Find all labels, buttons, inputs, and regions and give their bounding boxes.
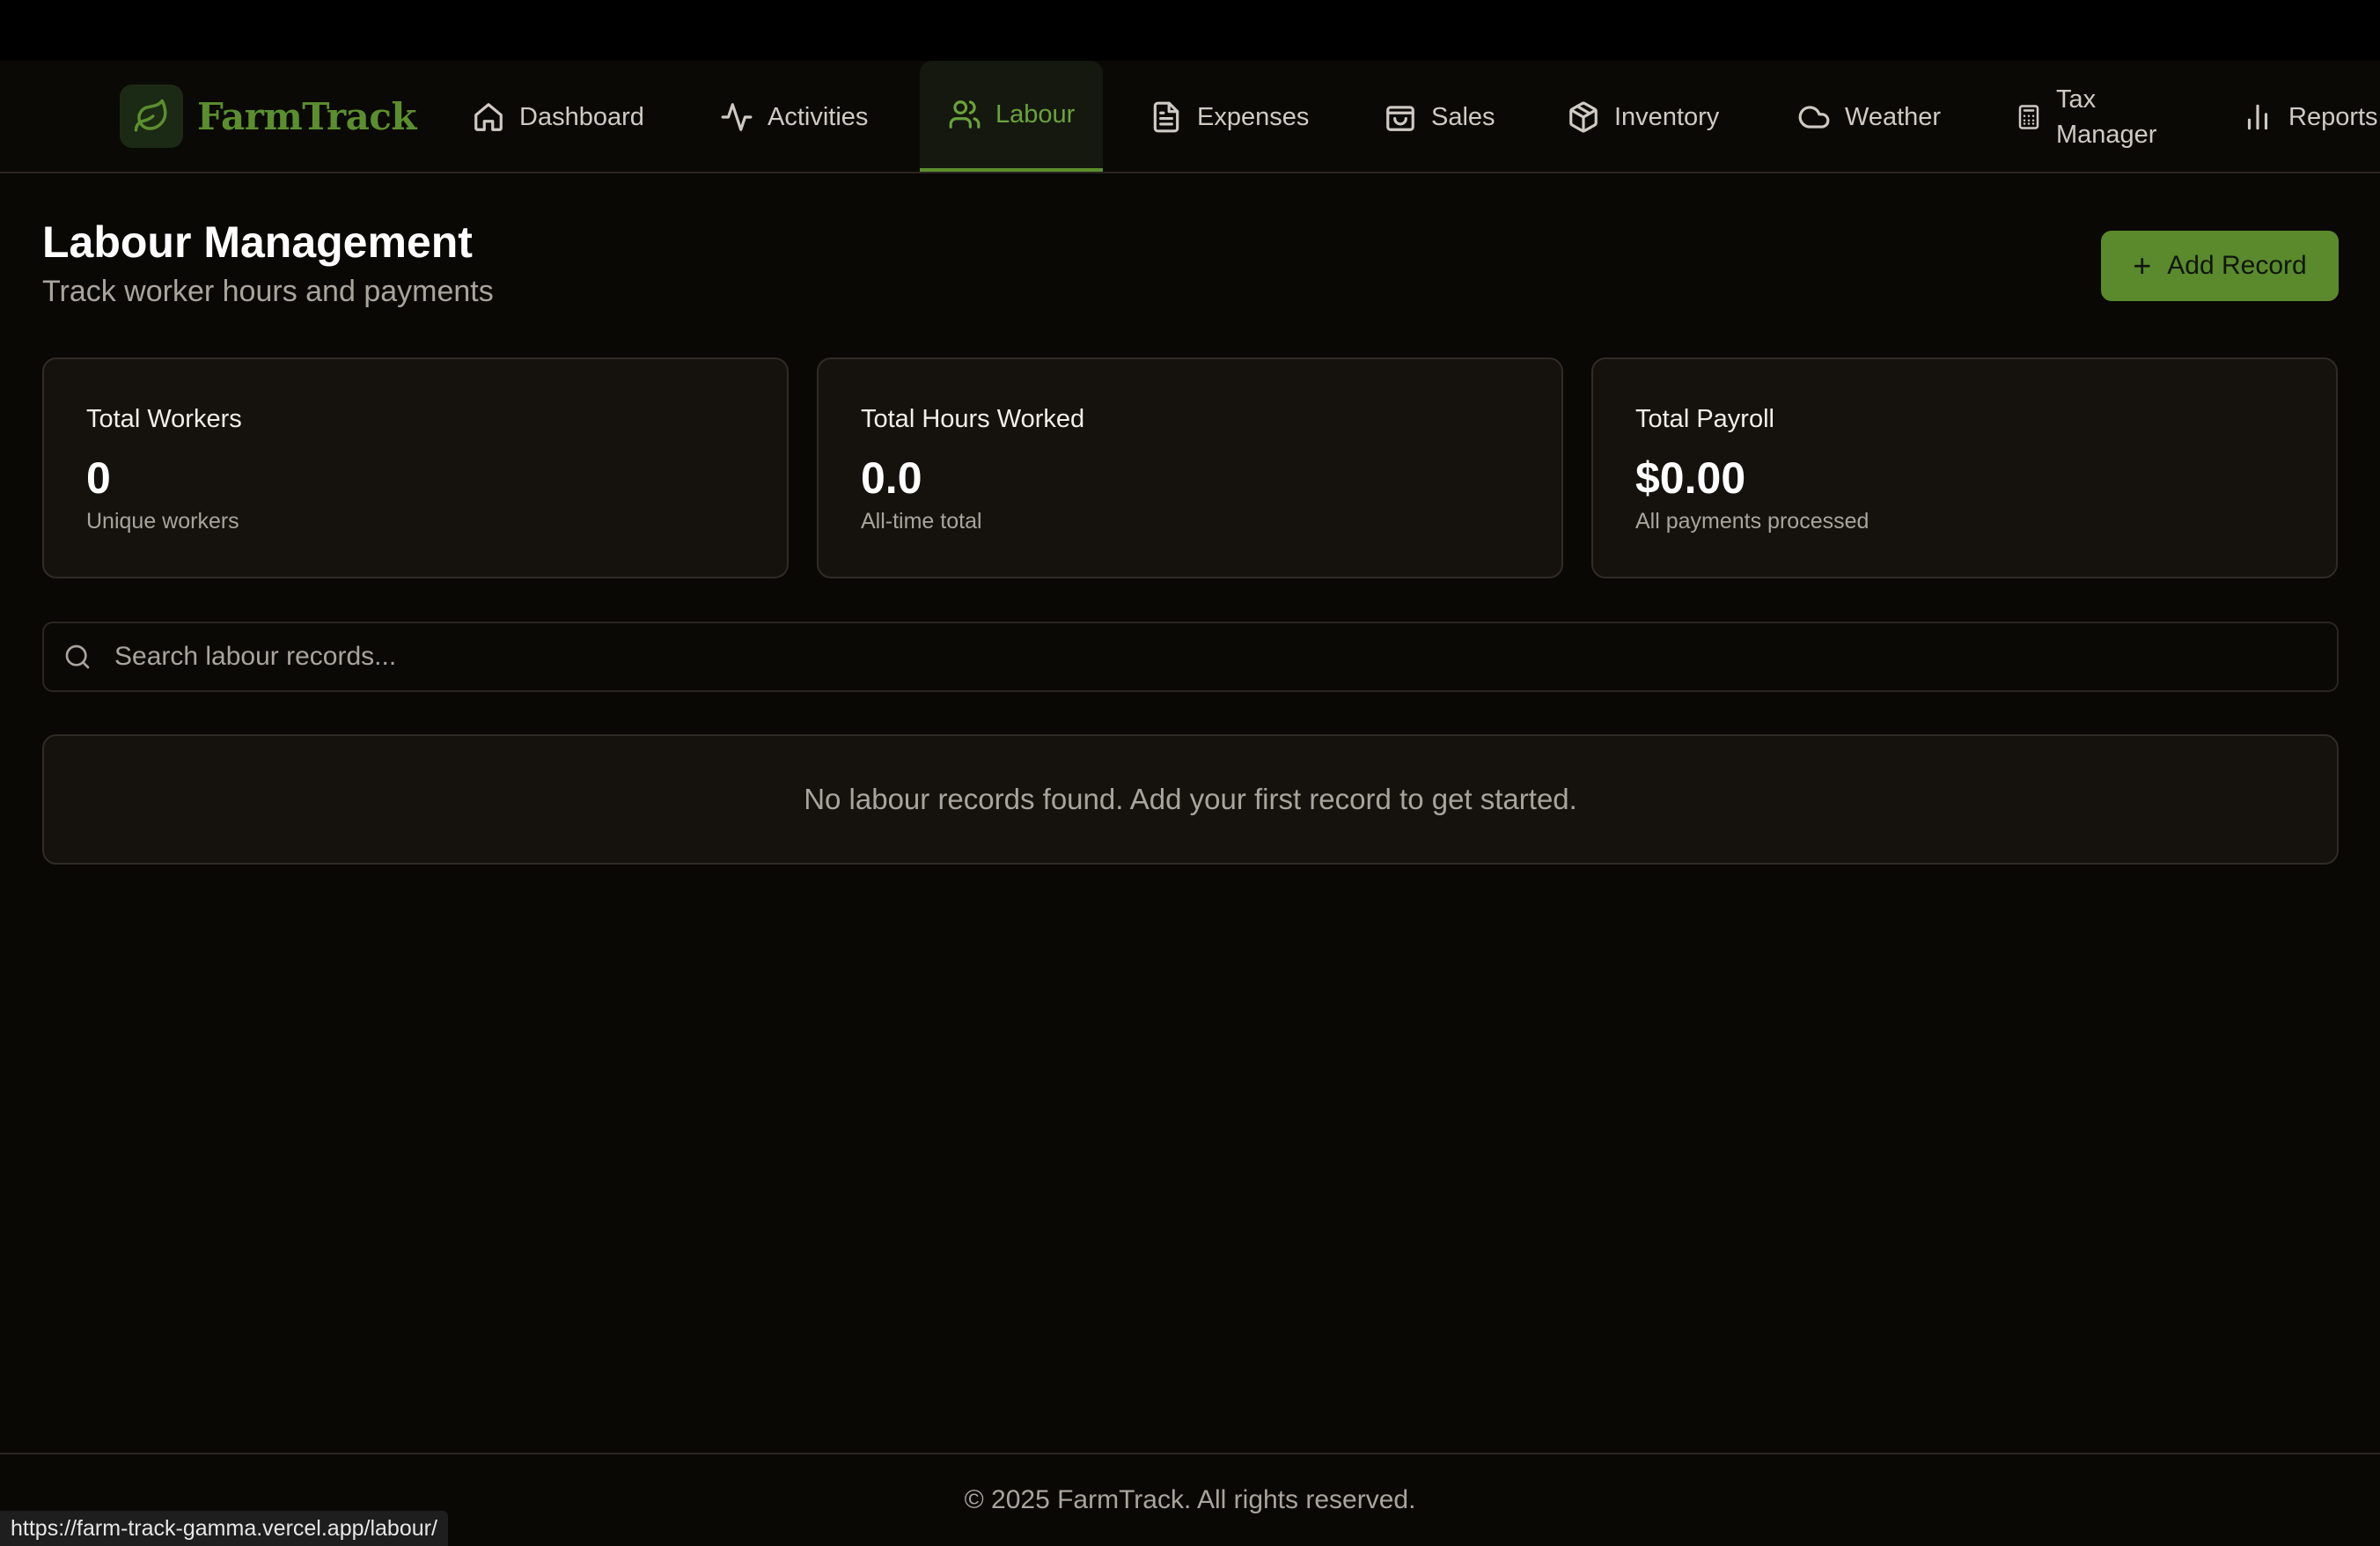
- nav-item-tax-manager[interactable]: Tax Manager: [2016, 61, 2179, 172]
- shopping-bag-icon: [1386, 106, 1414, 131]
- stat-value: 0: [86, 453, 111, 503]
- calculator-icon: [2018, 105, 2039, 129]
- stat-caption: All-time total: [861, 509, 982, 534]
- activity-icon: [721, 103, 753, 131]
- nav-label: Sales: [1431, 102, 1495, 131]
- package-icon: [1569, 101, 1598, 133]
- home-icon: [474, 103, 503, 131]
- cloud-icon: [1798, 106, 1830, 129]
- nav-item-inventory[interactable]: Inventory: [1567, 61, 1720, 172]
- stat-card-total-workers: Total Workers 0 Unique workers: [42, 357, 789, 578]
- browser-top-bar: [0, 0, 2380, 61]
- search-input[interactable]: [113, 623, 2313, 690]
- search-icon: [65, 644, 90, 669]
- stat-label: Total Payroll: [1635, 405, 1774, 433]
- stat-caption: All payments processed: [1635, 509, 1869, 534]
- nav-item-expenses[interactable]: Expenses: [1150, 61, 1310, 172]
- search-box: [42, 622, 2339, 692]
- nav-label: Expenses: [1197, 102, 1310, 131]
- footer-text: © 2025 FarmTrack. All rights reserved.: [964, 1485, 1416, 1514]
- stat-value: $0.00: [1635, 453, 1746, 503]
- page-subtitle: Track worker hours and payments: [42, 275, 494, 308]
- main-navbar: FarmTrack Dashboard Activities Labour Ex…: [0, 61, 2380, 173]
- plus-icon: +: [2133, 247, 2152, 283]
- file-text-icon: [1153, 101, 1179, 133]
- stat-label: Total Workers: [86, 405, 242, 433]
- stat-label: Total Hours Worked: [861, 405, 1085, 433]
- nav-item-activities[interactable]: Activities: [720, 61, 869, 172]
- brand-name: FarmTrack: [197, 94, 417, 138]
- brand[interactable]: FarmTrack: [120, 85, 417, 148]
- leaf-icon: [120, 85, 183, 148]
- nav-item-sales[interactable]: Sales: [1384, 61, 1495, 172]
- nav-item-weather[interactable]: Weather: [1797, 61, 1942, 172]
- nav-label: Inventory: [1614, 102, 1720, 131]
- stat-value: 0.0: [861, 453, 922, 503]
- nav-label: Reports: [2288, 102, 2378, 131]
- nav-item-labour[interactable]: Labour: [920, 61, 1104, 172]
- nav-label: Dashboard: [519, 102, 644, 131]
- empty-state: No labour records found. Add your first …: [42, 734, 2339, 865]
- status-bar-url: https://farm-track-gamma.vercel.app/labo…: [0, 1511, 448, 1546]
- add-record-button[interactable]: + Add Record: [2101, 231, 2339, 301]
- nav-label: Labour: [995, 99, 1076, 129]
- add-record-label: Add Record: [2167, 251, 2307, 280]
- nav-label: Weather: [1845, 102, 1942, 131]
- bar-chart-icon: [2247, 104, 2268, 130]
- nav-label: Activities: [768, 102, 869, 131]
- nav-item-reports[interactable]: Reports: [2241, 61, 2378, 172]
- nav-label: Tax Manager: [2056, 85, 2157, 149]
- users-icon: [949, 100, 981, 129]
- stat-card-total-hours: Total Hours Worked 0.0 All-time total: [817, 357, 1563, 578]
- stat-caption: Unique workers: [86, 509, 239, 534]
- empty-state-message: No labour records found. Add your first …: [804, 783, 1577, 815]
- stat-card-total-payroll: Total Payroll $0.00 All payments process…: [1591, 357, 2338, 578]
- page-title: Labour Management: [42, 217, 473, 267]
- nav-item-dashboard[interactable]: Dashboard: [472, 61, 644, 172]
